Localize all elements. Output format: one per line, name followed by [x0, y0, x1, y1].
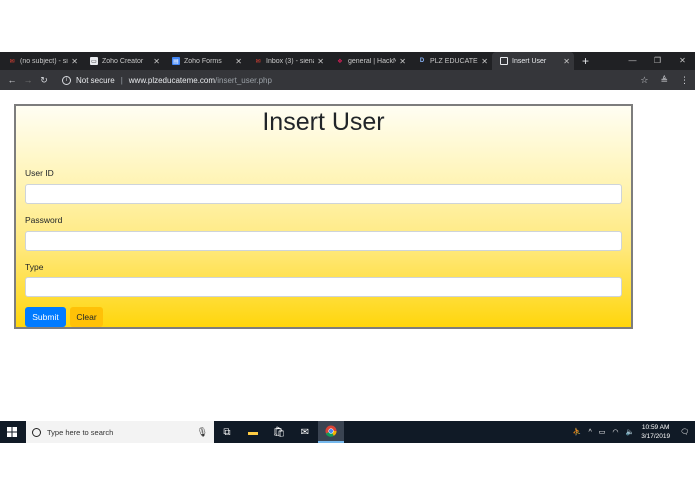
wifi-icon[interactable]: ◠: [612, 428, 618, 436]
browser-tab-active[interactable]: Insert User ✕: [492, 52, 574, 70]
tab-title: Zoho Forms: [184, 57, 222, 65]
windows-start-icon[interactable]: [0, 421, 24, 443]
search-placeholder: Type here to search: [47, 427, 114, 437]
browser-tab[interactable]: ▭ Zoho Creator ✕: [82, 52, 164, 70]
page-icon: [500, 57, 508, 65]
address-bar: ← → ↻ i Not secure | www.plzeducateme.co…: [0, 70, 695, 90]
toolbar-right: ☆ ≜ ⋮: [628, 70, 689, 90]
cortana-icon: [32, 427, 41, 437]
close-tab-icon[interactable]: ✕: [153, 57, 160, 66]
password-label: Password: [25, 215, 63, 225]
user-id-label: User ID: [25, 168, 54, 178]
browser-tab[interactable]: ❖ general | HackN ✕: [328, 52, 410, 70]
menu-icon[interactable]: ⋮: [680, 75, 689, 86]
page-title: Insert User: [262, 108, 385, 136]
show-hidden-icons-icon[interactable]: ^: [588, 429, 591, 436]
zoho-forms-icon: ▤: [172, 57, 180, 65]
restore-icon[interactable]: ❐: [645, 52, 670, 70]
separator: |: [120, 75, 123, 85]
close-tab-icon[interactable]: ✕: [235, 57, 242, 66]
gmail-icon: ✉: [255, 58, 261, 65]
password-input[interactable]: [25, 231, 622, 251]
mail-icon[interactable]: ✉: [292, 421, 318, 443]
zoho-creator-icon: ▭: [90, 57, 98, 65]
clock-time: 10:59 AM: [641, 424, 670, 431]
url-path: /insert_user.php: [215, 75, 272, 85]
browser-tab-strip: ✉ (no subject) - sie ✕ ▭ Zoho Creator ✕ …: [0, 52, 695, 70]
close-tab-icon[interactable]: ✕: [71, 57, 78, 66]
info-icon[interactable]: i: [62, 75, 71, 85]
browser-tab[interactable]: D PLZ EDUCATE M ✕: [410, 52, 492, 70]
type-label: Type: [25, 262, 44, 272]
people-icon[interactable]: ⛹: [573, 428, 582, 436]
user-id-input[interactable]: [25, 184, 622, 204]
microphone-icon[interactable]: 🎙: [197, 427, 208, 438]
taskbar-clock[interactable]: 10:59 AM 3/17/2019: [641, 423, 670, 441]
url-host: www.plzeducateme.com: [128, 75, 216, 85]
close-tab-icon[interactable]: ✕: [563, 57, 570, 66]
close-tab-icon[interactable]: ✕: [399, 57, 406, 66]
forward-icon[interactable]: →: [20, 75, 36, 85]
taskbar-search-input[interactable]: Type here to search 🎙: [26, 421, 214, 443]
close-tab-icon[interactable]: ✕: [481, 57, 488, 66]
system-tray: ⛹ ^ ▭ ◠ 🔈 10:59 AM 3/17/2019 🗨: [573, 421, 695, 443]
new-tab-button[interactable]: +: [574, 52, 597, 70]
browser-tab[interactable]: ✉ Inbox (3) - siena ✕: [246, 52, 328, 70]
bookmark-star-icon[interactable]: ☆: [640, 75, 648, 86]
clock-date: 3/17/2019: [641, 433, 671, 440]
close-window-icon[interactable]: ✕: [670, 52, 695, 70]
submit-button[interactable]: Submit: [25, 307, 66, 327]
browser-tab[interactable]: ✉ (no subject) - sie ✕: [0, 52, 82, 70]
url-input[interactable]: i Not secure | www.plzeducateme.com/inse…: [62, 75, 272, 85]
window-controls: — ❐ ✕: [620, 52, 695, 70]
clear-button[interactable]: Clear: [70, 307, 103, 327]
tab-title: (no subject) - sie: [20, 57, 69, 65]
tab-title: PLZ EDUCATE M: [430, 57, 478, 65]
close-tab-icon[interactable]: ✕: [317, 57, 324, 66]
gmail-icon: ✉: [9, 58, 15, 65]
minimize-icon[interactable]: —: [620, 52, 645, 70]
slack-icon: ❖: [337, 58, 343, 65]
chrome-icon[interactable]: [318, 421, 344, 443]
notifications-icon[interactable]: 🗨: [680, 428, 689, 436]
type-input[interactable]: [25, 277, 622, 297]
reload-icon[interactable]: ↻: [36, 75, 52, 86]
file-explorer-icon[interactable]: ▬: [240, 421, 266, 443]
insert-user-form: Insert User User ID Password Type Submit…: [14, 104, 633, 329]
security-label: Not secure: [76, 75, 115, 85]
tab-title: Zoho Creator: [102, 57, 144, 65]
volume-icon[interactable]: 🔈: [625, 428, 634, 436]
plz-educate-icon: D: [419, 58, 425, 64]
store-icon[interactable]: 🛍: [266, 421, 292, 443]
browser-tab[interactable]: ▤ Zoho Forms ✕: [164, 52, 246, 70]
task-view-icon[interactable]: ⧉: [214, 421, 240, 443]
taskbar: Type here to search 🎙 ⧉ ▬ 🛍 ✉ ⛹ ^ ▭ ◠ 🔈 …: [0, 421, 695, 443]
extension-icon[interactable]: ≜: [660, 75, 668, 86]
tab-title: general | HackN: [348, 57, 397, 65]
battery-icon[interactable]: ▭: [599, 428, 606, 436]
tab-title: Insert User: [512, 57, 547, 65]
tab-title: Inbox (3) - siena: [266, 57, 315, 65]
back-icon[interactable]: ←: [4, 75, 20, 85]
